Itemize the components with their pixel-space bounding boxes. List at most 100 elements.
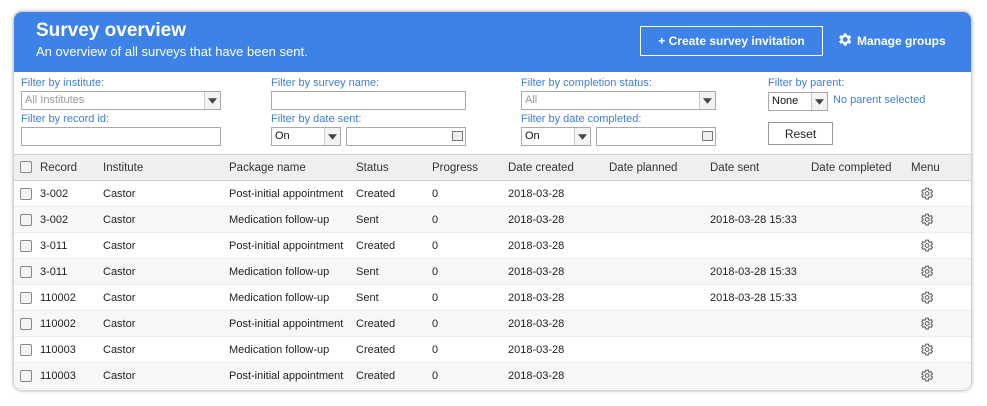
table-header-row: Record Institute Package name Status Pro… [14, 154, 971, 181]
chevron-down-icon [699, 92, 715, 109]
cell-package-name: Medication follow-up [229, 206, 356, 233]
gear-icon[interactable] [919, 317, 934, 330]
column-header-progress[interactable]: Progress [432, 154, 508, 181]
gear-icon[interactable] [919, 265, 934, 278]
row-checkbox[interactable] [20, 317, 32, 330]
filter-date-sent-mode-select[interactable]: On [271, 127, 341, 146]
table-row[interactable]: 3-011 Castor Post-initial appointment Creat… [14, 232, 971, 259]
gear-icon[interactable] [919, 291, 934, 304]
page-subtitle: An overview of all surveys that have bee… [36, 44, 308, 59]
filter-parent-select[interactable]: None [768, 92, 828, 111]
table-row[interactable]: 110003 Castor Medication follow-up Created 0… [14, 336, 971, 363]
row-checkbox[interactable] [20, 369, 32, 382]
cell-institute: Castor [103, 362, 229, 389]
cell-record: 3-002 [40, 180, 103, 207]
cell-date-completed [811, 362, 911, 389]
row-select-cell [14, 206, 40, 233]
survey-table-container: Record Institute Package name Status Pro… [14, 154, 971, 389]
gear-icon[interactable] [919, 239, 934, 252]
row-menu-cell [911, 180, 971, 207]
cell-progress: 0 [432, 180, 508, 207]
cell-date-sent [710, 362, 811, 389]
filter-parent-label: Filter by parent: [768, 77, 845, 89]
column-header-institute[interactable]: Institute [103, 154, 229, 181]
row-checkbox[interactable] [20, 265, 32, 278]
cell-record: 110002 [40, 284, 103, 311]
column-header-date-created[interactable]: Date created [508, 154, 609, 181]
filter-record-id-input[interactable] [21, 127, 221, 146]
filter-date-completed-input[interactable] [596, 127, 716, 146]
gear-icon [836, 31, 853, 51]
table-row[interactable]: 3-002 Castor Post-initial appointment Creat… [14, 180, 971, 207]
cell-date-sent [710, 232, 811, 259]
cell-record: 110003 [40, 362, 103, 389]
column-header-date-sent[interactable]: Date sent [710, 154, 811, 181]
filter-date-sent-input[interactable] [346, 127, 466, 146]
table-row[interactable]: 3-011 Castor Medication follow-up Sent 0 2018… [14, 258, 971, 285]
column-header-record[interactable]: Record [40, 154, 103, 181]
row-select-cell [14, 310, 40, 337]
cell-package-name: Post-initial appointment [229, 232, 356, 259]
cell-date-sent: 2018-03-28 15:33 [710, 206, 811, 233]
table-row[interactable]: 3-002 Castor Medication follow-up Sent 0 2018… [14, 206, 971, 233]
row-checkbox[interactable] [20, 239, 32, 252]
select-all-cell [14, 154, 40, 181]
cell-date-completed [811, 232, 911, 259]
column-header-package-name[interactable]: Package name [229, 154, 356, 181]
page-title: Survey overview [36, 20, 186, 41]
table-row[interactable]: 110002 Castor Post-initial appointment Crea… [14, 310, 971, 337]
filter-completion-status-value: All [525, 94, 538, 106]
cell-date-created: 2018-03-28 [508, 336, 609, 363]
row-checkbox[interactable] [20, 213, 32, 226]
filter-institute-select[interactable]: All Institutes [21, 91, 221, 110]
cell-date-sent: 2018-03-28 15:33 [710, 284, 811, 311]
row-checkbox[interactable] [20, 187, 32, 200]
filter-date-completed-mode-select[interactable]: On [521, 127, 591, 146]
gear-icon[interactable] [919, 187, 934, 200]
column-header-status[interactable]: Status [356, 154, 432, 181]
filter-survey-name-input[interactable] [271, 91, 466, 110]
column-header-date-completed[interactable]: Date completed [811, 154, 911, 181]
cell-date-completed [811, 206, 911, 233]
filter-institute-label: Filter by institute: [21, 77, 105, 89]
calendar-icon[interactable] [702, 131, 713, 141]
reset-button[interactable]: Reset [768, 122, 833, 145]
cell-status: Created [356, 232, 432, 259]
cell-date-completed [811, 336, 911, 363]
cell-record: 110003 [40, 336, 103, 363]
cell-date-created: 2018-03-28 [508, 206, 609, 233]
gear-icon[interactable] [919, 369, 934, 382]
manage-groups-button[interactable]: Manage groups [836, 31, 946, 51]
cell-date-created: 2018-03-28 [508, 284, 609, 311]
cell-date-created: 2018-03-28 [508, 232, 609, 259]
cell-date-planned [609, 258, 710, 285]
calendar-icon[interactable] [452, 131, 463, 141]
filter-institute-value: All Institutes [25, 94, 85, 106]
cell-date-created: 2018-03-28 [508, 362, 609, 389]
column-header-date-planned[interactable]: Date planned [609, 154, 710, 181]
table-row[interactable]: 110002 Castor Medication follow-up Sent 0 201… [14, 284, 971, 311]
row-menu-cell [911, 310, 971, 337]
filter-survey-name-label: Filter by survey name: [271, 77, 380, 89]
filter-date-completed-mode-value: On [525, 130, 540, 142]
cell-record: 3-011 [40, 232, 103, 259]
cell-progress: 0 [432, 284, 508, 311]
gear-icon[interactable] [919, 213, 934, 226]
row-checkbox[interactable] [20, 291, 32, 304]
row-select-cell [14, 180, 40, 207]
gear-icon[interactable] [919, 343, 934, 356]
table-row[interactable]: 110003 Castor Post-initial appointment Crea… [14, 362, 971, 389]
cell-date-planned [609, 206, 710, 233]
survey-table: Record Institute Package name Status Pro… [14, 154, 971, 389]
cell-package-name: Medication follow-up [229, 284, 356, 311]
row-checkbox[interactable] [20, 343, 32, 356]
select-all-checkbox[interactable] [20, 161, 32, 174]
cell-institute: Castor [103, 258, 229, 285]
row-menu-cell [911, 258, 971, 285]
cell-institute: Castor [103, 232, 229, 259]
create-survey-invitation-button[interactable]: + Create survey invitation [640, 26, 823, 56]
row-menu-cell [911, 206, 971, 233]
filter-date-sent-label: Filter by date sent: [271, 113, 362, 125]
cell-status: Created [356, 336, 432, 363]
filter-completion-status-select[interactable]: All [521, 91, 716, 110]
